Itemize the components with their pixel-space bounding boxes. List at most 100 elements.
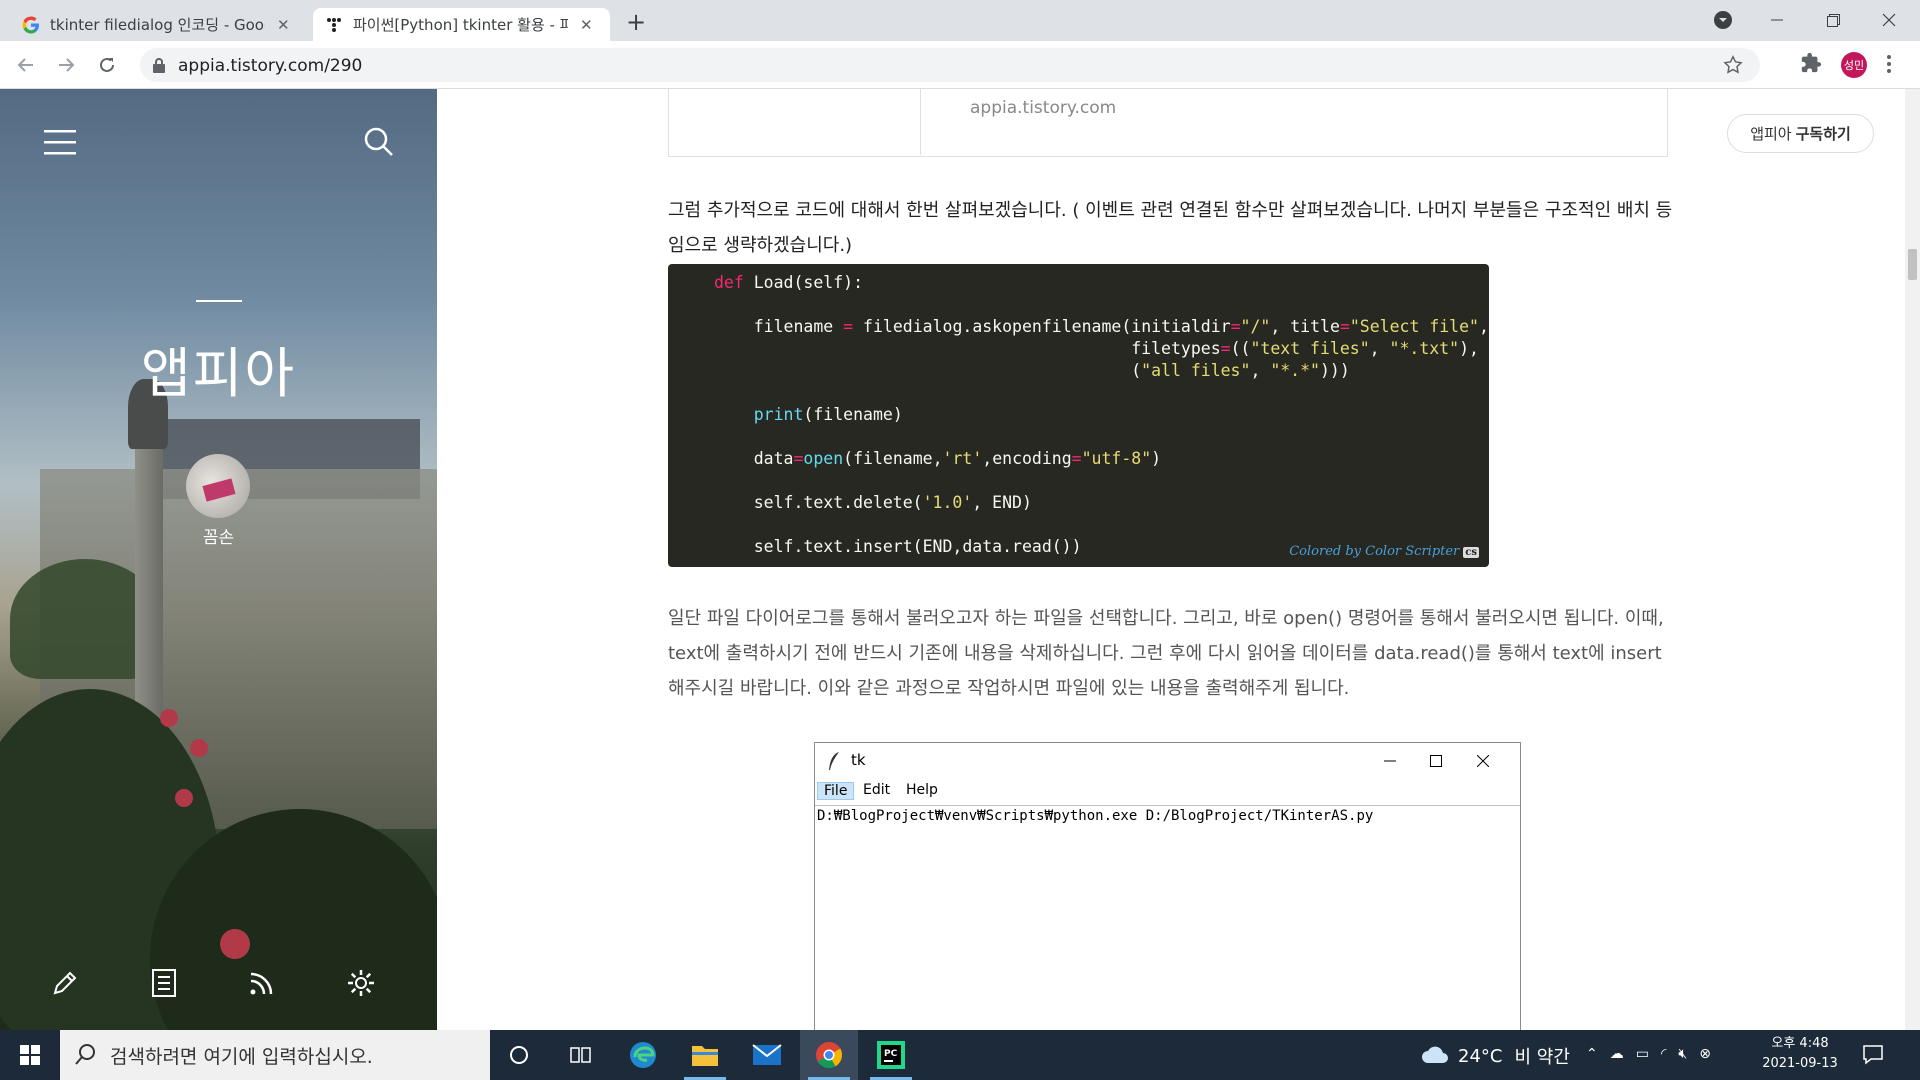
rss-button[interactable] — [242, 963, 282, 1003]
file-explorer-button[interactable] — [676, 1030, 734, 1080]
onedrive-icon[interactable]: ☁ — [1610, 1046, 1624, 1062]
tab-title: tkinter filedialog 인코딩 - Goog — [50, 16, 265, 34]
write-button[interactable] — [45, 963, 85, 1003]
google-icon — [22, 16, 40, 34]
new-tab-button[interactable]: + — [624, 8, 648, 36]
cortana-button[interactable] — [490, 1030, 548, 1080]
background-flower — [190, 739, 208, 757]
title-divider — [196, 300, 242, 302]
tk-minimize-button[interactable] — [1367, 748, 1413, 774]
battery-icon[interactable]: ▭ — [1636, 1046, 1649, 1062]
tk-menu-bar: File Edit Help — [815, 779, 1520, 803]
credit-text: Colored by Color Scripter — [1289, 544, 1460, 559]
minimize-icon — [1384, 760, 1396, 762]
clock-time: 오후 4:48 — [1771, 1036, 1829, 1051]
tk-menu-edit[interactable]: Edit — [857, 782, 896, 798]
code-token: open — [803, 449, 844, 468]
speaker-muted-icon[interactable]: 🔇︎ — [1678, 1046, 1687, 1062]
svg-text:PC: PC — [884, 1049, 898, 1059]
paragraph: 일단 파일 다이어로그를 통해서 불러오고자 하는 파일을 선택합니다. 그리고… — [668, 608, 1664, 699]
write-icon — [53, 971, 77, 995]
code-token: "/" — [1240, 317, 1271, 336]
address-bar[interactable]: appia.tistory.com/290 — [140, 48, 1760, 82]
vpn-icon[interactable]: ⊗ — [1699, 1046, 1711, 1062]
close-tab-icon[interactable]: ✕ — [277, 16, 290, 34]
code-token: 'rt' — [942, 449, 983, 468]
arrow-left-icon — [17, 58, 33, 72]
link-preview-domain: appia.tistory.com — [970, 98, 1117, 118]
close-window-button[interactable] — [1866, 4, 1912, 36]
code-token: print — [753, 405, 804, 424]
chrome-icon — [816, 1042, 843, 1069]
code-block: def Load(self): filename = filedialog.as… — [668, 264, 1489, 567]
code-token: = — [843, 317, 854, 336]
tk-menu-help[interactable]: Help — [900, 782, 944, 798]
close-tab-icon[interactable]: ✕ — [580, 16, 593, 34]
wifi-icon[interactable]: ◜ — [1661, 1046, 1666, 1062]
close-icon — [1477, 755, 1489, 767]
taskbar-search-placeholder: 검색하려면 여기에 입력하십시오. — [110, 1045, 373, 1068]
background-flower — [175, 789, 193, 807]
color-scripter-credit[interactable]: Colored by Color Scripter cs — [1289, 544, 1479, 559]
more-vert-icon[interactable] — [1886, 54, 1892, 74]
scrollbar-thumb[interactable] — [1908, 249, 1917, 280]
mail-button[interactable] — [738, 1030, 796, 1080]
tab-title: 파이썬[Python] tkinter 활용 - 파 — [353, 16, 568, 34]
settings-button[interactable] — [341, 963, 381, 1003]
forward-button[interactable] — [54, 53, 78, 77]
weather-desc: 비 약간 — [1514, 1047, 1570, 1068]
subscribe-button[interactable]: 앱피아 구독하기 — [1727, 114, 1874, 153]
windows-taskbar: 검색하려면 여기에 입력하십시오. PC 24°C 비 약간 ⌃ ☁ ▭ ◜ 🔇… — [0, 1030, 1920, 1080]
chevron-up-icon[interactable]: ⌃ — [1586, 1046, 1598, 1062]
code-token: filedialog.askopenfilename(initialdir — [863, 317, 1231, 336]
pycharm-button[interactable]: PC — [862, 1030, 920, 1080]
blog-sidebar: 앱피아 꼼손 — [0, 89, 437, 1030]
browser-toolbar: appia.tistory.com/290 성민 — [0, 41, 1920, 89]
settings-icon — [348, 970, 374, 996]
edge-button[interactable] — [614, 1030, 672, 1080]
link-preview-card[interactable]: appia.tistory.com — [668, 89, 1668, 157]
author-name: 꼼손 — [202, 528, 235, 548]
taskbar-clock[interactable]: 오후 4:48 2021-09-13 — [1760, 1034, 1840, 1074]
profile-avatar[interactable]: 성민 — [1841, 52, 1867, 78]
chrome-button[interactable] — [800, 1030, 858, 1080]
chevron-down-circle-icon — [1714, 11, 1732, 29]
page-scrollbar[interactable] — [1905, 89, 1920, 1030]
task-view-button[interactable] — [552, 1030, 610, 1080]
code-token: '1.0' — [922, 493, 973, 512]
back-button[interactable] — [14, 53, 38, 77]
tk-menu-file[interactable]: File — [817, 782, 855, 800]
weather-widget[interactable]: 24°C 비 약간 — [1420, 1043, 1570, 1069]
tk-text-area[interactable]: D:₩BlogProject₩venv₩Scripts₩python.exe D… — [815, 805, 1520, 1041]
start-button[interactable] — [0, 1030, 60, 1080]
tk-close-button[interactable] — [1460, 748, 1506, 774]
cloud-rain-icon — [1422, 1046, 1448, 1063]
tab-search-button[interactable] — [1700, 4, 1746, 36]
search-icon[interactable] — [364, 127, 394, 157]
code-token: "utf-8" — [1081, 449, 1152, 468]
notification-center-icon[interactable] — [1862, 1043, 1884, 1065]
extensions-puzzle-icon[interactable] — [1800, 52, 1822, 74]
code-token: (filename) — [803, 405, 903, 424]
clock-date: 2021-09-13 — [1762, 1056, 1838, 1071]
reload-button[interactable] — [95, 53, 119, 77]
search-icon — [75, 1044, 95, 1065]
url-text: appia.tistory.com/290 — [178, 56, 363, 76]
minimize-button[interactable] — [1754, 4, 1800, 36]
code-token: = — [1339, 317, 1350, 336]
blog-title[interactable]: 앱피아 — [0, 329, 437, 408]
taskbar-search-box[interactable]: 검색하려면 여기에 입력하십시오. — [60, 1030, 490, 1080]
mail-icon — [752, 1044, 782, 1065]
tab-tistory-article[interactable]: 파이썬[Python] tkinter 활용 - 파 ✕ — [313, 8, 610, 41]
tk-title-bar: tk — [815, 743, 1520, 779]
restore-button[interactable] — [1810, 4, 1856, 36]
system-tray: ⌃ ☁ ▭ ◜ 🔇︎ ⊗ — [1586, 1046, 1711, 1062]
windows-logo-icon — [20, 1045, 40, 1065]
guestbook-button[interactable] — [144, 963, 184, 1003]
tk-maximize-button[interactable] — [1413, 748, 1459, 774]
tab-google-search[interactable]: tkinter filedialog 인코딩 - Goog ✕ — [10, 8, 310, 41]
code-token: filename — [753, 317, 834, 336]
article-content: appia.tistory.com 앱피아 구독하기 그럼 추가적으로 코드에 … — [437, 89, 1920, 1042]
code-token: = — [1071, 449, 1082, 468]
menu-icon[interactable] — [44, 129, 76, 155]
